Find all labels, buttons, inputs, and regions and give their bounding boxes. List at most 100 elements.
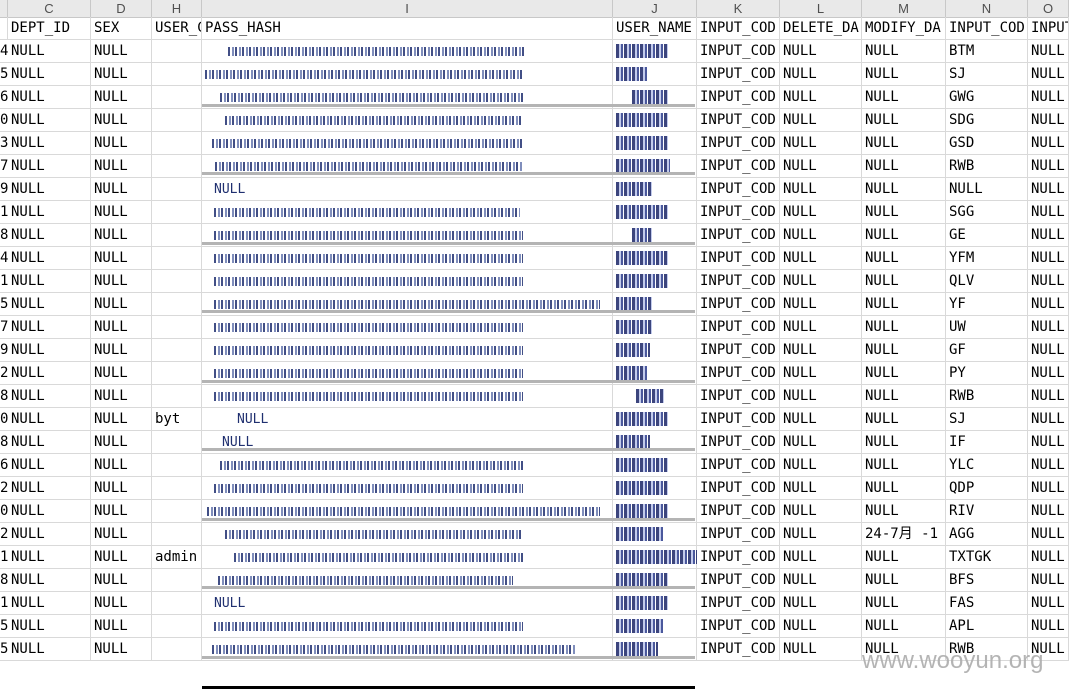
cell-dept-id[interactable]: NULL <box>8 546 91 569</box>
cell-modify-date[interactable]: NULL <box>862 316 946 339</box>
cell-user-code[interactable] <box>152 316 202 339</box>
cell-delete-date[interactable]: NULL <box>780 270 862 293</box>
cell-dept-id[interactable]: NULL <box>8 201 91 224</box>
cell-user-code[interactable] <box>152 385 202 408</box>
cell-input-code-1[interactable]: INPUT_COD <box>697 155 780 178</box>
column-letter-j[interactable]: J <box>613 0 697 17</box>
cell-input-code-1[interactable]: INPUT_COD <box>697 569 780 592</box>
cell-input-code-2[interactable]: RWB <box>946 385 1028 408</box>
row-number[interactable]: 7 <box>0 155 8 178</box>
cell-input-code-1[interactable]: INPUT_COD <box>697 431 780 454</box>
cell-user-name[interactable] <box>613 615 697 638</box>
cell-dept-id[interactable]: NULL <box>8 454 91 477</box>
cell-dept-id[interactable]: NULL <box>8 316 91 339</box>
cell-modify-date[interactable]: NULL <box>862 247 946 270</box>
cell-user-code[interactable]: byt <box>152 408 202 431</box>
cell-input-code-3[interactable]: NULL <box>1028 270 1069 293</box>
cell-sex[interactable]: NULL <box>91 86 152 109</box>
cell-user-name[interactable] <box>613 477 697 500</box>
cell-user-code[interactable] <box>152 247 202 270</box>
cell-modify-date[interactable]: NULL <box>862 201 946 224</box>
cell-dept-id[interactable]: NULL <box>8 224 91 247</box>
cell-sex[interactable]: NULL <box>91 178 152 201</box>
cell-modify-date[interactable]: NULL <box>862 615 946 638</box>
cell-input-code-1[interactable]: INPUT_COD <box>697 500 780 523</box>
cell-modify-date[interactable]: NULL <box>862 339 946 362</box>
cell-user-code[interactable] <box>152 155 202 178</box>
cell-user-code[interactable] <box>152 362 202 385</box>
cell-input-code-1[interactable]: INPUT_COD <box>697 523 780 546</box>
cell-user-name[interactable] <box>613 316 697 339</box>
cell-delete-date[interactable]: NULL <box>780 201 862 224</box>
cell-input-code-2[interactable]: APL <box>946 615 1028 638</box>
cell-input-code-2[interactable]: TXTGK <box>946 546 1028 569</box>
cell-modify-date[interactable]: NULL <box>862 546 946 569</box>
cell-input-code-3[interactable]: NULL <box>1028 546 1069 569</box>
cell-input-code-3[interactable]: NULL <box>1028 178 1069 201</box>
cell-user-code[interactable] <box>152 270 202 293</box>
cell-pass-hash[interactable] <box>202 615 613 638</box>
cell-dept-id[interactable]: NULL <box>8 477 91 500</box>
cell-pass-hash[interactable]: NULL <box>202 592 613 615</box>
cell-modify-date[interactable]: NULL <box>862 132 946 155</box>
cell-input-code-2[interactable]: YLC <box>946 454 1028 477</box>
cell-dept-id[interactable]: NULL <box>8 270 91 293</box>
header-input-code-3[interactable]: INPUT <box>1028 17 1069 40</box>
cell-pass-hash[interactable] <box>202 132 613 155</box>
cell-input-code-1[interactable]: INPUT_COD <box>697 362 780 385</box>
cell-input-code-2[interactable]: GSD <box>946 132 1028 155</box>
cell-pass-hash[interactable]: NULL <box>202 408 613 431</box>
row-number[interactable]: 3 <box>0 132 8 155</box>
cell-input-code-3[interactable]: NULL <box>1028 615 1069 638</box>
row-number[interactable]: 1 <box>0 270 8 293</box>
cell-user-code[interactable]: admin <box>152 546 202 569</box>
row-number[interactable]: 8 <box>0 431 8 454</box>
cell-modify-date[interactable]: NULL <box>862 477 946 500</box>
cell-sex[interactable]: NULL <box>91 638 152 661</box>
cell-sex[interactable]: NULL <box>91 615 152 638</box>
cell-pass-hash[interactable] <box>202 477 613 500</box>
cell-user-name[interactable] <box>613 523 697 546</box>
row-number[interactable]: 7 <box>0 316 8 339</box>
cell-input-code-2[interactable]: GF <box>946 339 1028 362</box>
cell-input-code-2[interactable]: PY <box>946 362 1028 385</box>
cell-sex[interactable]: NULL <box>91 592 152 615</box>
cell-input-code-1[interactable]: INPUT_COD <box>697 270 780 293</box>
cell-input-code-3[interactable]: NULL <box>1028 86 1069 109</box>
cell-input-code-3[interactable]: NULL <box>1028 454 1069 477</box>
cell-delete-date[interactable]: NULL <box>780 132 862 155</box>
cell-user-code[interactable] <box>152 431 202 454</box>
cell-input-code-1[interactable]: INPUT_COD <box>697 546 780 569</box>
cell-sex[interactable]: NULL <box>91 385 152 408</box>
cell-input-code-1[interactable]: INPUT_COD <box>697 178 780 201</box>
cell-modify-date[interactable]: NULL <box>862 63 946 86</box>
cell-sex[interactable]: NULL <box>91 293 152 316</box>
cell-modify-date[interactable]: NULL <box>862 592 946 615</box>
cell-user-name[interactable] <box>613 178 697 201</box>
cell-input-code-1[interactable]: INPUT_COD <box>697 339 780 362</box>
cell-modify-date[interactable]: NULL <box>862 86 946 109</box>
row-number[interactable]: 1 <box>0 546 8 569</box>
cell-input-code-2[interactable]: GWG <box>946 86 1028 109</box>
cell-user-name[interactable] <box>613 201 697 224</box>
row-number[interactable]: 9 <box>0 339 8 362</box>
column-letter-i[interactable]: I <box>202 0 613 17</box>
cell-input-code-1[interactable]: INPUT_COD <box>697 454 780 477</box>
cell-pass-hash[interactable] <box>202 201 613 224</box>
cell-modify-date[interactable]: NULL <box>862 155 946 178</box>
cell-dept-id[interactable]: NULL <box>8 569 91 592</box>
cell-delete-date[interactable]: NULL <box>780 615 862 638</box>
cell-pass-hash[interactable] <box>202 339 613 362</box>
cell-user-name[interactable] <box>613 592 697 615</box>
cell-delete-date[interactable]: NULL <box>780 454 862 477</box>
column-letter-m[interactable]: M <box>862 0 946 17</box>
header-user-name[interactable]: USER_NAME <box>613 17 697 40</box>
cell-sex[interactable]: NULL <box>91 63 152 86</box>
cell-user-code[interactable] <box>152 523 202 546</box>
cell-sex[interactable]: NULL <box>91 270 152 293</box>
cell-dept-id[interactable]: NULL <box>8 615 91 638</box>
cell-user-code[interactable] <box>152 63 202 86</box>
cell-input-code-3[interactable]: NULL <box>1028 569 1069 592</box>
cell-modify-date[interactable]: NULL <box>862 500 946 523</box>
column-letter-c[interactable]: C <box>8 0 91 17</box>
